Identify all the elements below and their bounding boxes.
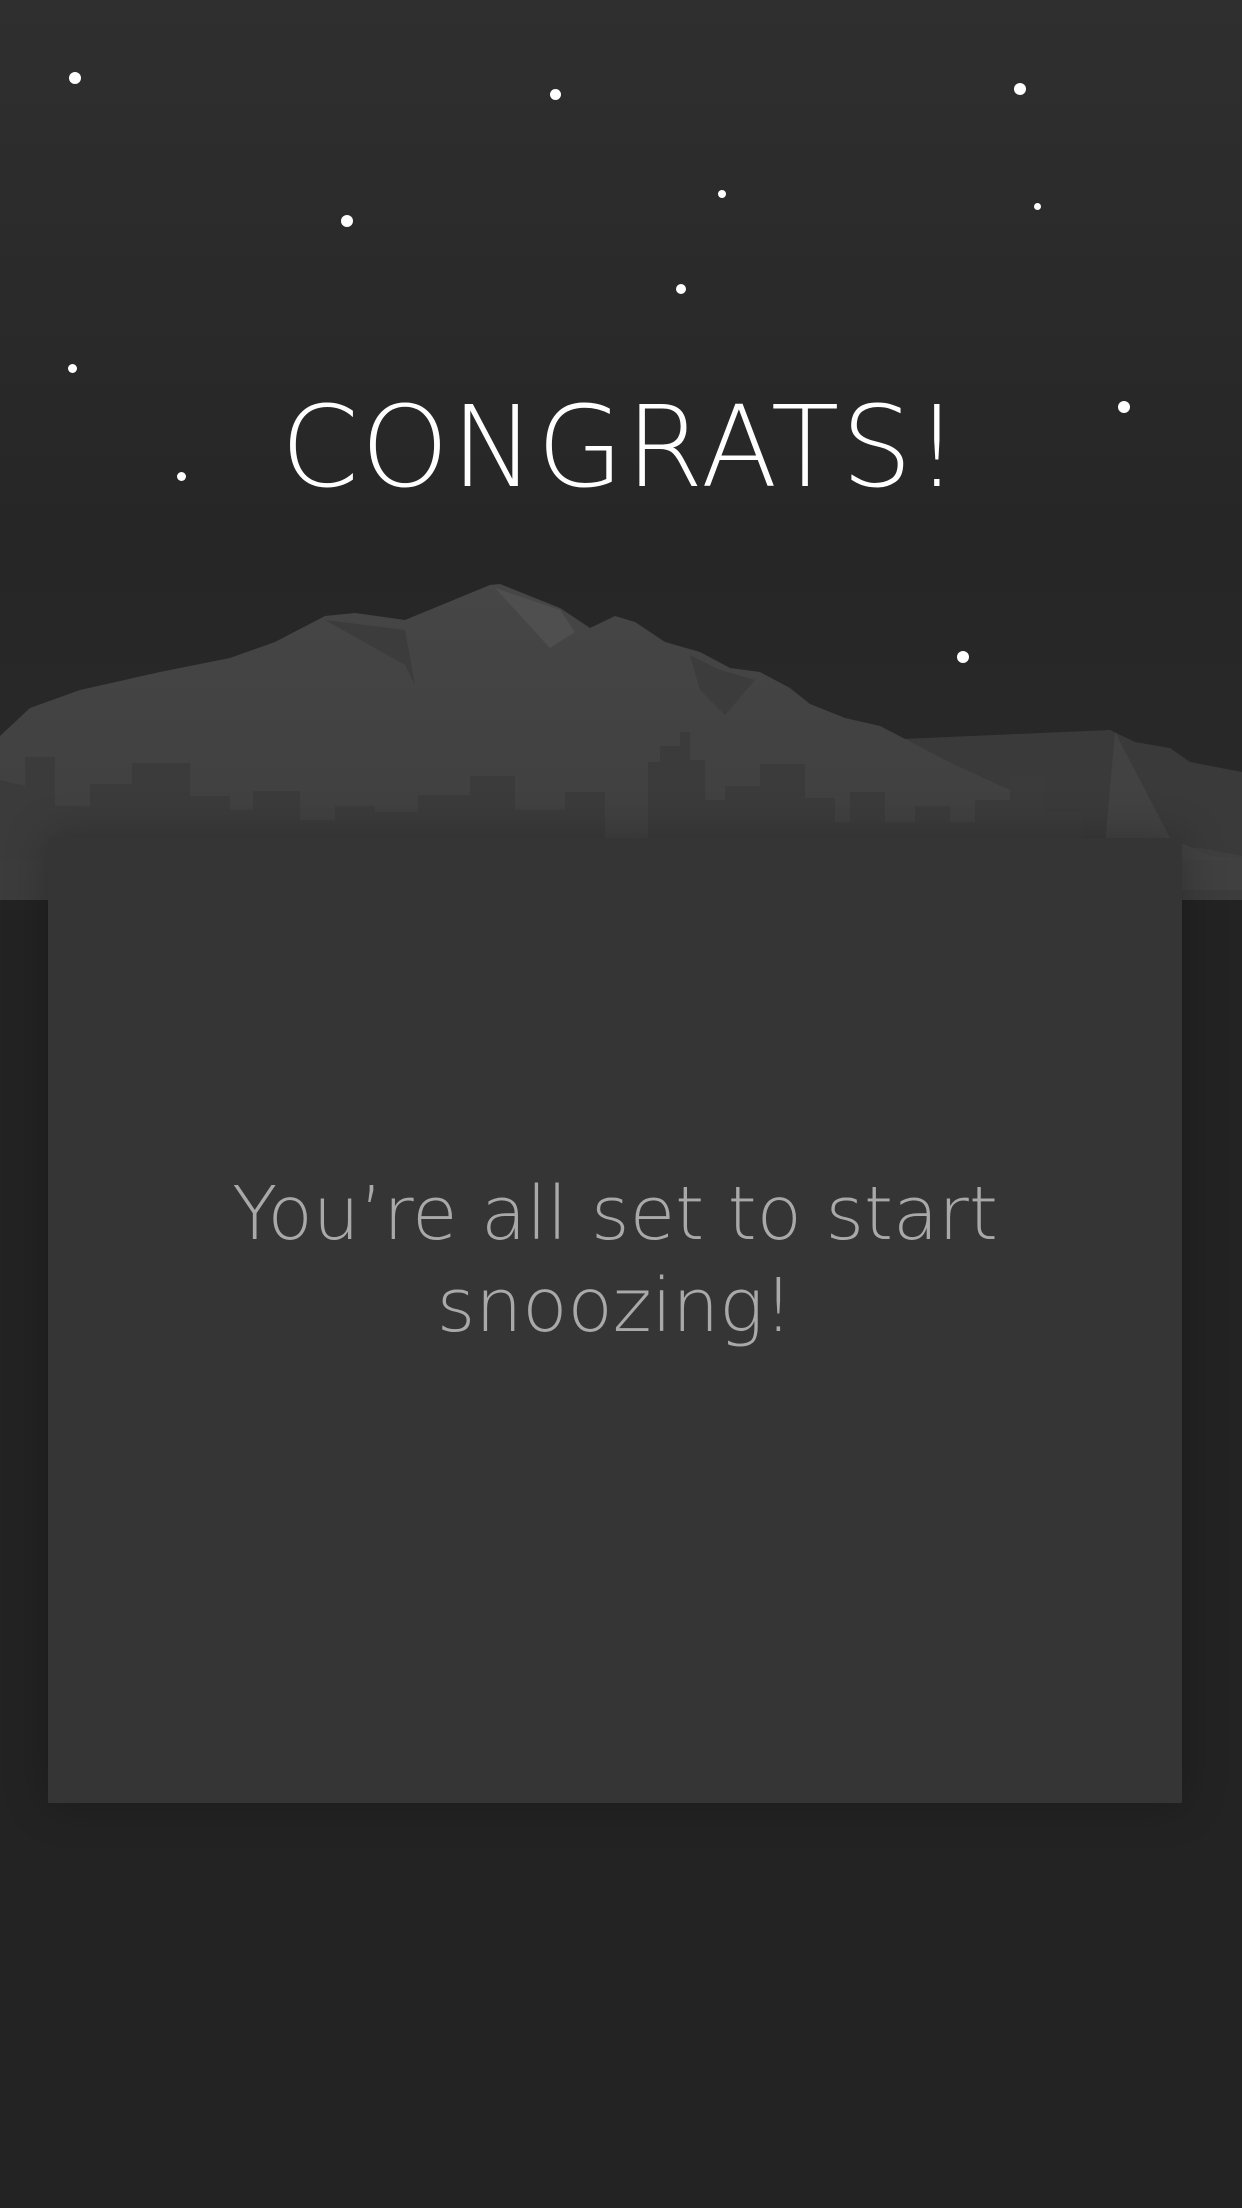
star-icon bbox=[1014, 83, 1026, 95]
star-icon bbox=[68, 364, 77, 373]
star-icon bbox=[676, 284, 686, 294]
star-icon bbox=[550, 89, 561, 100]
star-icon bbox=[718, 190, 726, 198]
confirmation-message: You’re all set to start snoozing! bbox=[232, 1171, 998, 1349]
page-title: CONGRATS! bbox=[280, 383, 962, 513]
star-icon bbox=[69, 72, 81, 84]
confirmation-card: You’re all set to start snoozing! bbox=[48, 838, 1182, 1803]
star-icon bbox=[341, 215, 353, 227]
star-icon bbox=[1034, 203, 1041, 210]
